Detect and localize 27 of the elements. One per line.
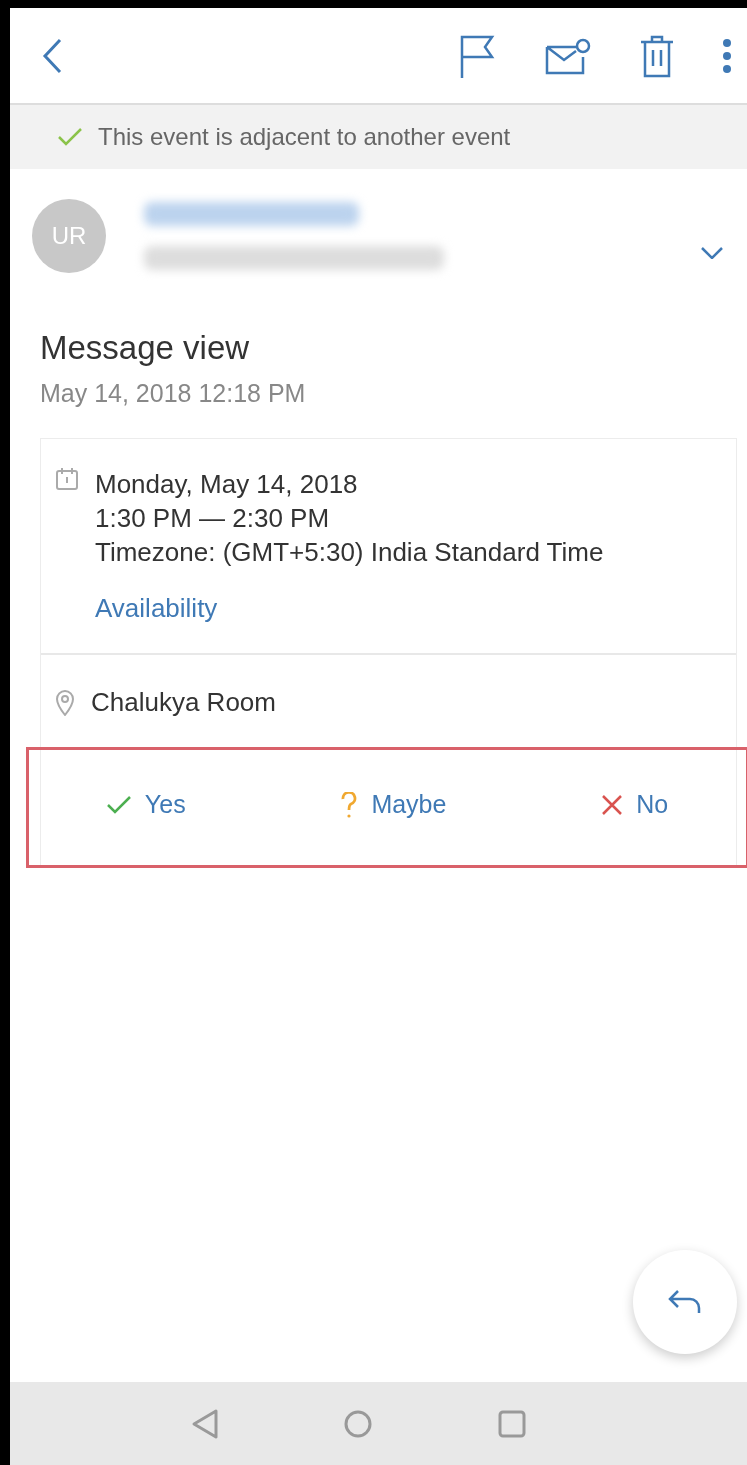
banner-text: This event is adjacent to another event	[98, 123, 511, 151]
trash-icon[interactable]	[639, 33, 675, 78]
more-icon[interactable]	[723, 37, 731, 74]
calendar-icon	[55, 467, 79, 491]
nav-home-icon[interactable]	[342, 1408, 373, 1439]
message-subject: Message view	[40, 329, 251, 367]
back-icon[interactable]	[42, 37, 62, 74]
chevron-down-icon[interactable]	[701, 247, 723, 259]
no-response-button[interactable]: No	[602, 790, 669, 819]
reply-icon	[668, 1289, 702, 1315]
flag-icon[interactable]	[459, 33, 497, 78]
event-timezone: Timezone: (GMT+5:30) India Standard Time	[95, 536, 604, 569]
event-location: Chalukya Room	[91, 687, 276, 718]
availability-link[interactable]: Availability	[95, 591, 604, 625]
yes-response-button[interactable]: Yes	[106, 790, 186, 819]
message-date: May 14, 2018 12:18 PM	[40, 379, 307, 408]
event-date: Monday, May 14, 2018	[95, 468, 359, 501]
nav-back-icon[interactable]	[190, 1407, 219, 1440]
nav-recents-icon[interactable]	[496, 1408, 527, 1439]
check-icon	[106, 795, 131, 814]
location-pin-icon	[55, 689, 75, 716]
mail-icon[interactable]	[545, 36, 591, 75]
question-icon	[341, 791, 358, 818]
check-icon	[58, 128, 82, 146]
maybe-response-button[interactable]: Maybe	[341, 790, 447, 819]
event-time: 1:30 PM — 2:30 PM	[95, 502, 331, 535]
cross-icon	[602, 794, 623, 815]
